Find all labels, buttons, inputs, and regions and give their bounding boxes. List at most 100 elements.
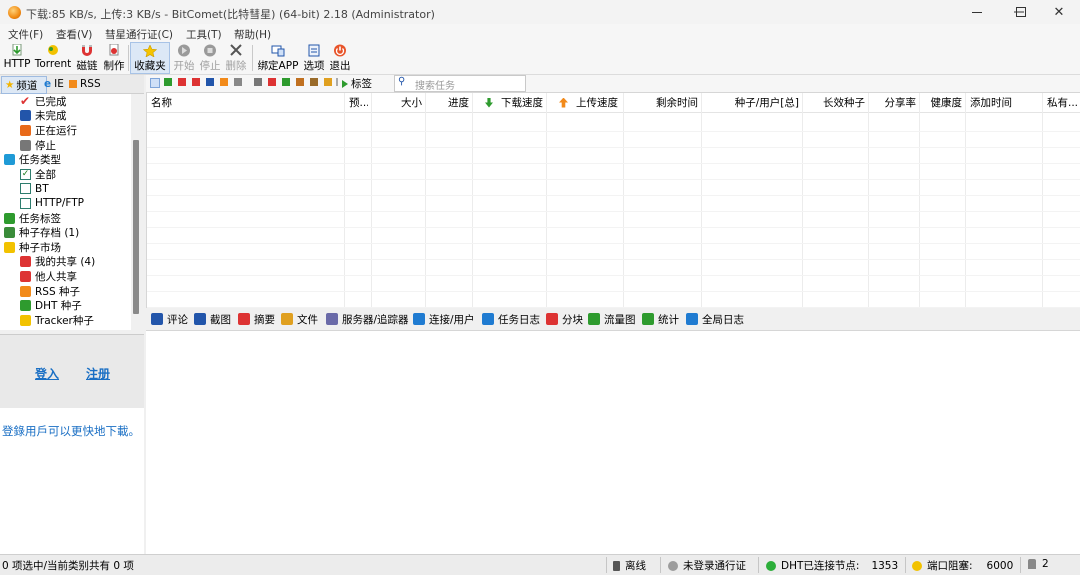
priority-low-icon[interactable] (296, 78, 304, 86)
tree-item-label: 正在运行 (35, 124, 77, 137)
register-link[interactable]: 注册 (86, 365, 110, 382)
move-down-icon[interactable] (164, 78, 172, 86)
table-row (147, 243, 1080, 244)
detail-tab[interactable]: 摘要 (238, 311, 275, 327)
column-header-label: 分享率 (884, 97, 917, 109)
magnet-icon (82, 45, 92, 56)
column-header[interactable]: 剩余时间 (628, 93, 698, 112)
detail-tab[interactable]: 全局日志 (686, 311, 744, 327)
tree-item[interactable]: DHT 种子 (0, 298, 131, 313)
stop-button[interactable]: 停止 (198, 42, 222, 74)
start-button[interactable]: 开始 (172, 42, 196, 74)
search-box[interactable]: ⚲ 搜索任务 (394, 75, 526, 92)
menu-tools[interactable]: 工具(T) (186, 27, 222, 42)
ie-icon: e (44, 78, 52, 90)
priority-normal-icon[interactable] (282, 78, 290, 86)
options-button[interactable]: 选项 (302, 42, 326, 74)
tree-item[interactable]: 未完成 (0, 109, 131, 124)
exit-button[interactable]: 退出 (328, 42, 352, 74)
detail-tab[interactable]: 连接/用户 (413, 311, 475, 327)
tree-scrollbar[interactable] (131, 94, 144, 330)
scrollbar-thumb[interactable] (133, 140, 139, 314)
save-icon[interactable] (206, 78, 214, 86)
tab-rss[interactable]: RSS (66, 76, 104, 92)
folder-icon[interactable] (310, 78, 318, 86)
tree-item[interactable]: 种子市场 (0, 240, 131, 255)
tree-item[interactable]: 种子存档 (1) (0, 225, 131, 240)
dht-green-dot-icon (766, 560, 776, 571)
tab-ie[interactable]: e IE (41, 76, 67, 92)
task-table: 名称 预... 大小 进度 下载速度 上传速度 剩余时间 种子/用户[总] 长效种子 分享率 健康度… (146, 92, 1080, 308)
close-window-button[interactable]: ✕ (1036, 0, 1080, 24)
move-up-icon[interactable] (178, 78, 186, 86)
detail-tab[interactable]: 流量图 (588, 311, 636, 327)
column-header[interactable]: 种子/用户[总] (706, 93, 799, 112)
tree-item-label: 已完成 (35, 95, 67, 108)
globe-icon (668, 560, 678, 571)
passport-status[interactable]: 未登录通行证 (668, 558, 746, 573)
share-icon[interactable] (220, 78, 228, 86)
detail-tab[interactable]: 评论 (151, 311, 188, 327)
bind-app-button[interactable]: 绑定APP (256, 42, 300, 74)
priority-high-icon[interactable] (268, 78, 276, 86)
column-header-label: 大小 (401, 97, 422, 109)
tree-item[interactable]: 任务类型 (0, 152, 131, 167)
http-button[interactable]: HTTP (2, 42, 32, 74)
table-row (147, 163, 1080, 164)
column-header[interactable]: 上传速度 (551, 93, 620, 112)
detail-tab[interactable]: 截图 (194, 311, 231, 327)
search-input[interactable]: 搜索任务 (415, 77, 455, 92)
login-link[interactable]: 登入 (35, 365, 59, 382)
promo-text[interactable]: 登錄用戶可以更快地下載。 (2, 423, 140, 439)
minimize-window-button[interactable] (954, 0, 1000, 24)
menu-passport[interactable]: 彗星通行证(C) (105, 27, 173, 42)
column-header[interactable]: 私有... (1047, 93, 1077, 112)
delete-button[interactable]: 删除 (224, 42, 248, 74)
favorites-button[interactable]: 收藏夹 (130, 42, 170, 74)
dht-icon (20, 300, 31, 312)
link-icon[interactable] (234, 78, 242, 86)
archive-icon (4, 227, 15, 239)
column-header[interactable]: 大小 (376, 93, 422, 112)
column-header[interactable]: 预... (349, 93, 368, 112)
make-torrent-button[interactable]: 制作 (101, 42, 127, 74)
column-header[interactable]: 下载速度 (477, 93, 543, 112)
tree-item[interactable]: Tracker种子 (0, 313, 131, 328)
detail-tab-label: 评论 (167, 313, 188, 326)
detail-tab[interactable]: 服务器/追踪器 (326, 311, 409, 327)
column-header[interactable]: 长效种子 (807, 93, 865, 112)
others-share-icon (20, 270, 31, 282)
column-header[interactable]: 健康度 (924, 93, 963, 112)
check-icon[interactable] (192, 78, 200, 86)
menu-view[interactable]: 查看(V) (56, 27, 92, 42)
tree-item[interactable]: 他人共享 (0, 269, 131, 284)
column-header[interactable]: 名称 (151, 93, 341, 112)
tree-item[interactable]: RSS 种子 (0, 284, 131, 299)
menu-file[interactable]: 文件(F) (8, 27, 43, 42)
tree-item[interactable]: ✔ 已完成 (0, 94, 131, 109)
tree-item[interactable]: 停止 (0, 138, 131, 153)
magnet-button[interactable]: 磁链 (74, 42, 100, 74)
lock-icon[interactable] (254, 78, 262, 86)
tag-button[interactable]: 标签 (342, 76, 372, 91)
menu-help[interactable]: 帮助(H) (234, 27, 271, 42)
tree-item[interactable]: BT (0, 182, 131, 197)
tree-item[interactable]: ✓ 全部 (0, 167, 131, 182)
tree-item-label: 种子市场 (19, 241, 61, 254)
tree-item[interactable]: 任务标签 (0, 211, 131, 226)
tree-item[interactable]: 正在运行 (0, 123, 131, 138)
column-header-label: 进度 (448, 97, 469, 109)
detail-tab[interactable]: 分块 (546, 311, 583, 327)
select-all-icon[interactable] (150, 78, 160, 88)
separator (336, 78, 338, 86)
detail-tab[interactable]: 文件 (281, 311, 318, 327)
properties-icon[interactable] (324, 78, 332, 86)
tree-item[interactable]: HTTP/FTP (0, 196, 131, 211)
detail-tab[interactable]: 任务日志 (482, 311, 540, 327)
column-header[interactable]: 分享率 (873, 93, 917, 112)
column-header[interactable]: 添加时间 (970, 93, 1039, 112)
column-header[interactable]: 进度 (430, 93, 469, 112)
torrent-button[interactable]: Torrent (34, 42, 72, 74)
tree-item[interactable]: 我的共享 (4) (0, 255, 131, 270)
detail-tab[interactable]: 统计 (642, 311, 679, 327)
